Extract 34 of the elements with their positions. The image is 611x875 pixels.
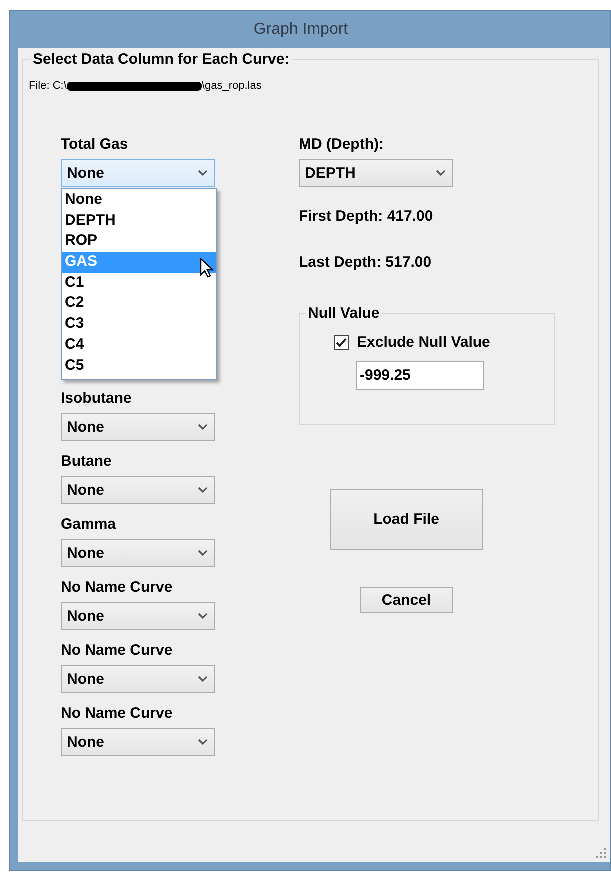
dropdown-option[interactable]: C5 — [62, 356, 216, 376]
curve-label: No Name Curve — [61, 705, 173, 722]
cancel-button[interactable]: Cancel — [360, 587, 453, 613]
curve-label: No Name Curve — [61, 579, 173, 596]
curve-dropdown[interactable]: None — [61, 602, 215, 630]
dropdown-option[interactable]: DEPTH — [62, 210, 216, 232]
curve-label: Butane — [61, 453, 112, 470]
curve-dropdown[interactable]: None — [61, 413, 215, 441]
curve-dropdown[interactable]: None — [61, 728, 215, 756]
curve-label: Isobutane — [61, 390, 132, 407]
depth-label: MD (Depth): — [299, 136, 384, 153]
dropdown-option[interactable]: C4 — [62, 334, 216, 356]
file-path: File: C:\ — [29, 80, 67, 92]
curve-label: Gamma — [61, 516, 116, 533]
curve-label: No Name Curve — [61, 642, 173, 659]
checkbox-label: Exclude Null Value — [357, 334, 490, 351]
dropdown-option[interactable]: C2 — [62, 293, 216, 314]
dropdown-option[interactable]: C1 — [62, 272, 216, 294]
curve-dropdown[interactable]: None — [61, 539, 215, 567]
last-depth-text: Last Depth: 517.00 — [299, 254, 432, 271]
dropdown-option[interactable]: C3 — [62, 314, 216, 335]
file-name: \gas_rop.las — [202, 80, 262, 92]
curve-dropdown[interactable]: None — [61, 665, 215, 693]
group-title: Select Data Column for Each Curve: — [32, 51, 291, 68]
curve-dropdown[interactable]: None — [61, 476, 215, 504]
depth-dropdown[interactable]: DEPTH — [299, 159, 453, 187]
null-value-field[interactable]: -999.25 — [356, 361, 484, 390]
group-title: Null Value — [307, 305, 381, 322]
dropdown-option[interactable]: ROP — [62, 231, 216, 252]
load-file-button[interactable]: Load File — [330, 489, 483, 550]
curve-label: Total Gas — [61, 136, 128, 153]
dropdown-option[interactable]: None — [62, 190, 216, 211]
first-depth-text: First Depth: 417.00 — [299, 208, 434, 225]
window-title: Graph Import — [254, 20, 348, 38]
